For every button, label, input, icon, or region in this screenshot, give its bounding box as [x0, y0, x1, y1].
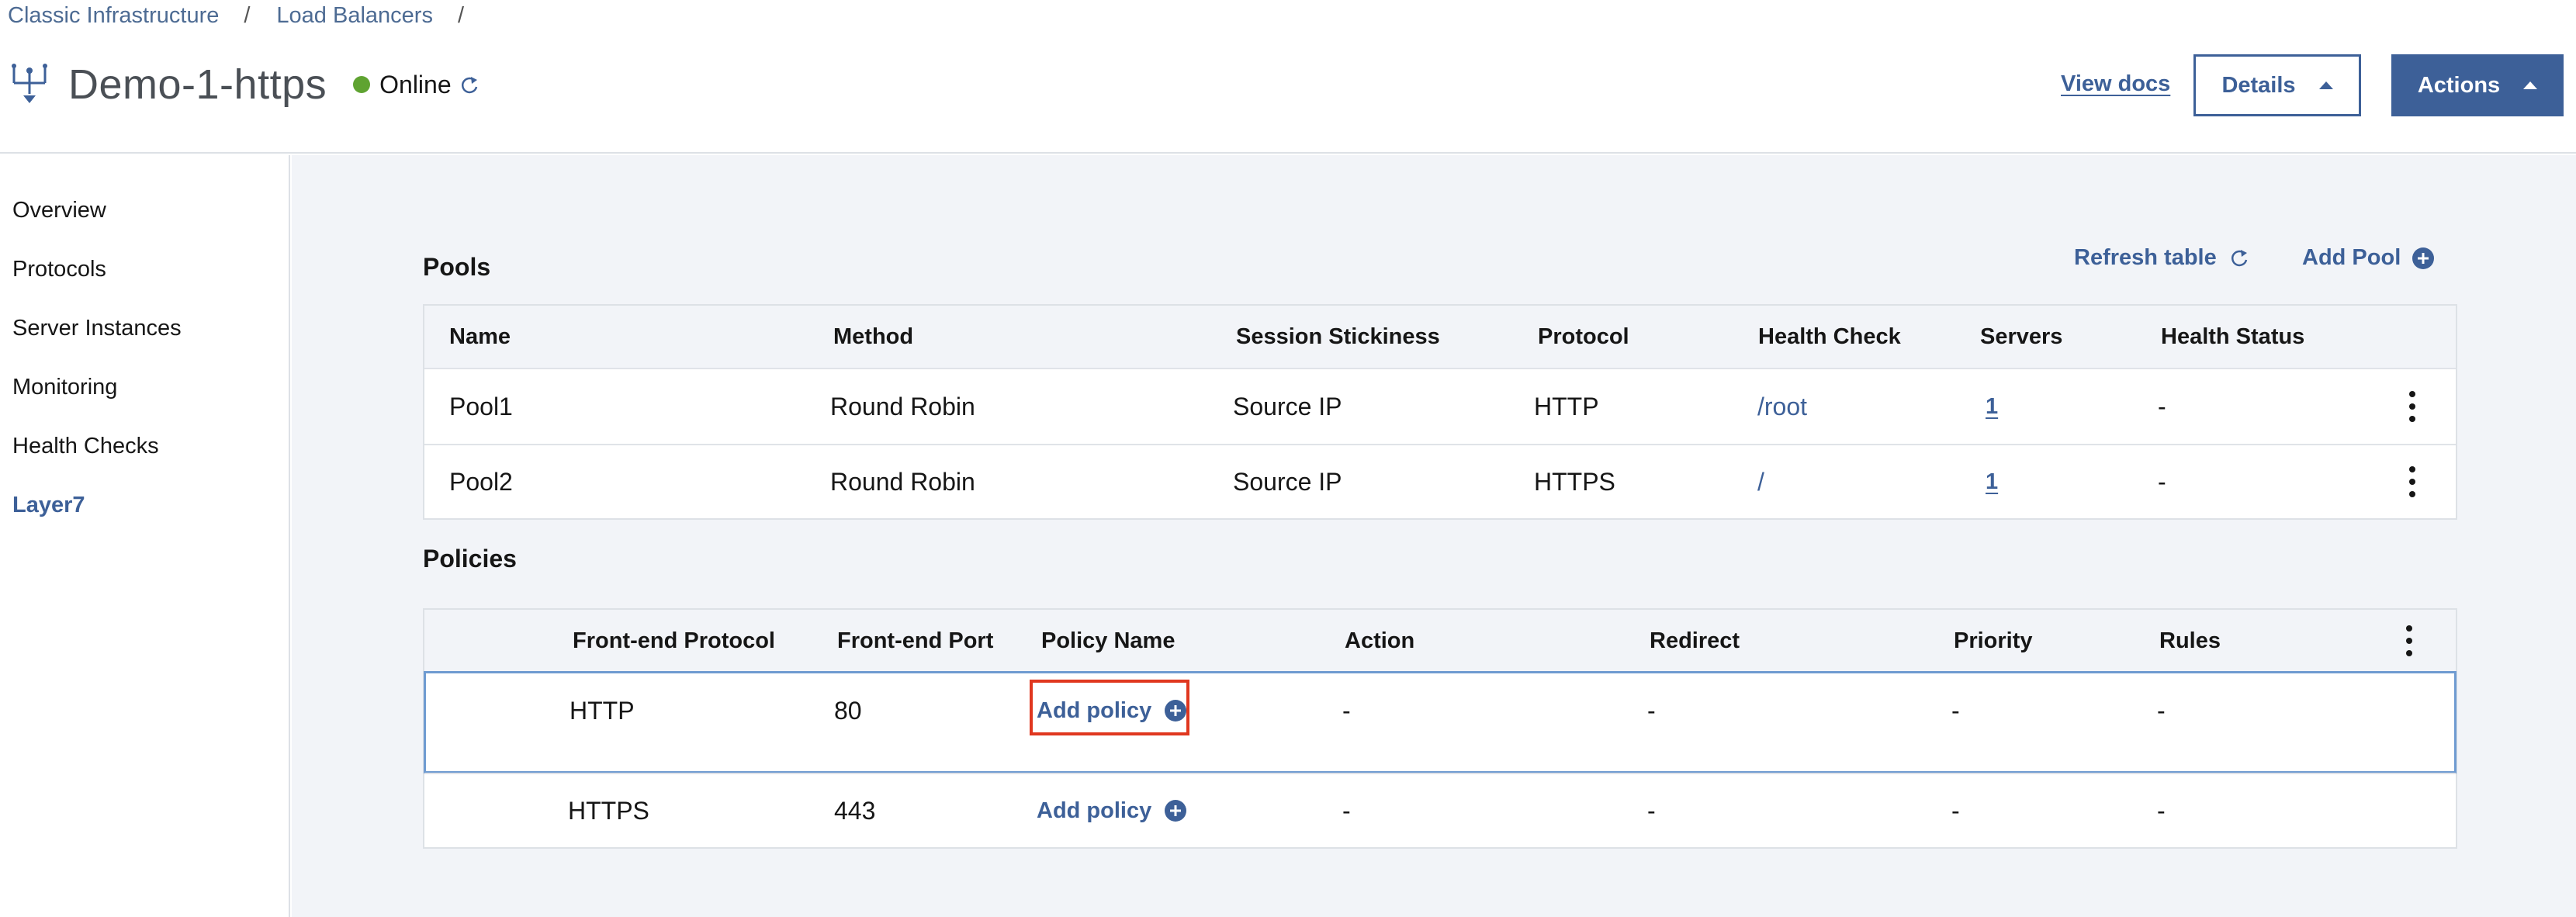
table-row: Pool2 Round Robin Source IP HTTPS / 1 - [424, 444, 2456, 518]
highlight-annotation [1030, 680, 1189, 735]
pool-name: Pool1 [449, 392, 513, 420]
policy-priority: - [1951, 696, 1960, 725]
sidebar-item-health-checks[interactable]: Health Checks [12, 434, 159, 459]
policy-redirect: - [1647, 696, 1656, 725]
add-pool-label: Add Pool [2302, 245, 2401, 270]
kebab-icon [2406, 625, 2412, 656]
caret-up-icon [2523, 81, 2538, 89]
kebab-icon [2409, 466, 2415, 497]
details-button-label: Details [2221, 72, 2296, 98]
policy-protocol: HTTP [570, 696, 635, 725]
title-row: Demo-1-https Online [11, 61, 481, 109]
breadcrumb-classic-infrastructure[interactable]: Classic Infrastructure [8, 3, 219, 29]
pool-name: Pool2 [449, 467, 513, 496]
load-balancer-icon [12, 64, 47, 103]
overflow-menu-icon[interactable] [2408, 445, 2417, 518]
policy-port: 443 [834, 796, 876, 825]
add-policy-content: Add policy [1037, 798, 1187, 824]
policy-priority: - [1951, 796, 1960, 825]
column-header-action[interactable]: Action [1345, 610, 1414, 672]
column-header-servers[interactable]: Servers [1980, 306, 2062, 368]
column-header-method[interactable]: Method [833, 306, 913, 368]
policy-protocol: HTTPS [568, 796, 649, 825]
pool-servers-count[interactable]: 1 [1986, 394, 1998, 420]
refresh-table-label: Refresh table [2074, 245, 2217, 270]
add-pool-button[interactable]: Add Pool [2302, 245, 2435, 271]
pool-health-status: - [2158, 392, 2166, 420]
breadcrumb-load-balancers[interactable]: Load Balancers [276, 3, 433, 29]
column-header-name[interactable]: Name [449, 306, 511, 368]
details-button[interactable]: Details [2193, 54, 2361, 116]
add-circle-icon [1165, 800, 1187, 822]
policy-redirect: - [1647, 796, 1656, 825]
breadcrumb-separator: / [457, 3, 465, 28]
policy-rules: - [2157, 796, 2166, 825]
column-header-frontend-protocol[interactable]: Front-end Protocol [573, 610, 775, 672]
refresh-icon [2231, 249, 2247, 266]
policies-section-title: Policies [423, 545, 517, 573]
table-row: HTTPS 443 Add policy - - - - [424, 773, 2456, 847]
caret-up-icon [2318, 81, 2333, 89]
breadcrumb-separator: / [244, 3, 251, 28]
actions-button[interactable]: Actions [2391, 54, 2564, 116]
sidebar-item-monitoring[interactable]: Monitoring [12, 375, 117, 400]
pool-health-status: - [2158, 467, 2166, 496]
sidebar-item-layer7[interactable]: Layer7 [12, 493, 85, 518]
sidebar-item-protocols[interactable]: Protocols [12, 257, 106, 282]
pool-servers-link[interactable]: 1 [1986, 445, 1998, 518]
column-header-policy-name[interactable]: Policy Name [1041, 610, 1175, 672]
view-docs-link[interactable]: View docs [2061, 71, 2170, 97]
overflow-menu-icon[interactable] [2408, 369, 2417, 444]
table-row: Pool1 Round Robin Source IP HTTP /root 1… [424, 368, 2456, 444]
pool-servers-link[interactable]: 1 [1986, 369, 1998, 444]
pools-table-header: Name Method Session Stickiness Protocol … [424, 306, 2456, 368]
page-title: Demo-1-https [68, 61, 327, 108]
policy-action: - [1342, 696, 1351, 725]
table-row: HTTP 80 Add policy - - - - [424, 671, 2457, 773]
add-policy-label: Add policy [1037, 798, 1152, 823]
column-header-frontend-port[interactable]: Front-end Port [837, 610, 993, 672]
kebab-icon [2409, 391, 2415, 422]
column-header-redirect[interactable]: Redirect [1650, 610, 1740, 672]
refresh-table-button[interactable]: Refresh table [2074, 245, 2251, 271]
pools-table: Name Method Session Stickiness Protocol … [423, 304, 2457, 520]
column-header-rules[interactable]: Rules [2159, 610, 2221, 672]
pool-health-check-link[interactable]: /root [1757, 369, 1807, 444]
actions-button-label: Actions [2417, 72, 2501, 98]
sidebar-item-overview[interactable]: Overview [12, 198, 106, 223]
status-dot-icon [353, 76, 371, 93]
policy-action: - [1342, 796, 1351, 825]
breadcrumb: Classic Infrastructure / Load Balancers … [8, 3, 490, 29]
overflow-menu-icon[interactable] [2405, 610, 2414, 672]
pools-section-title: Pools [423, 253, 491, 281]
pool-health-check-link[interactable]: / [1757, 445, 1764, 518]
pool-protocol: HTTP [1534, 392, 1599, 420]
refresh-icon[interactable] [458, 74, 481, 97]
column-header-protocol[interactable]: Protocol [1538, 306, 1629, 368]
sidebar-nav: Overview Protocols Server Instances Moni… [0, 155, 290, 917]
add-circle-icon [2412, 247, 2435, 269]
page-header: Classic Infrastructure / Load Balancers … [0, 0, 2576, 154]
policy-rules: - [2157, 696, 2166, 725]
column-header-session-stickiness[interactable]: Session Stickiness [1236, 306, 1440, 368]
pool-method: Round Robin [830, 392, 975, 420]
column-header-health-status[interactable]: Health Status [2161, 306, 2304, 368]
pool-stickiness: Source IP [1233, 467, 1342, 496]
policy-port: 80 [834, 696, 862, 725]
pool-servers-count[interactable]: 1 [1986, 469, 1998, 495]
sidebar-item-server-instances[interactable]: Server Instances [12, 316, 182, 341]
column-header-health-check[interactable]: Health Check [1758, 306, 1901, 368]
policies-table: Front-end Protocol Front-end Port Policy… [423, 608, 2457, 849]
pool-stickiness: Source IP [1233, 392, 1342, 420]
pool-protocol: HTTPS [1534, 467, 1615, 496]
column-header-priority[interactable]: Priority [1954, 610, 2033, 672]
status-indicator: Online [353, 71, 481, 99]
pool-method: Round Robin [830, 467, 975, 496]
status-text: Online [379, 70, 452, 99]
policies-table-header: Front-end Protocol Front-end Port Policy… [424, 610, 2456, 672]
add-policy-button[interactable]: Add policy [1037, 774, 1187, 847]
